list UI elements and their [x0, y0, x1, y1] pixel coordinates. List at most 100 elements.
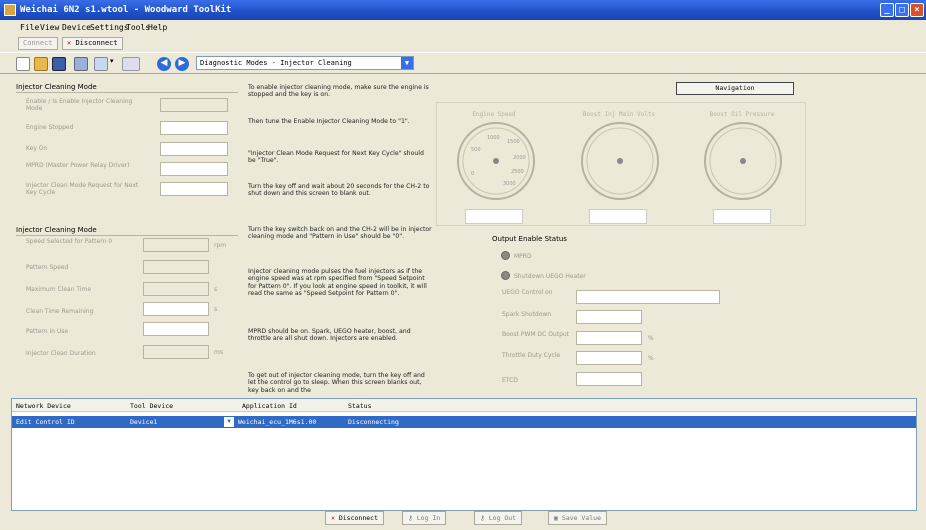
unit-label: %: [648, 335, 654, 342]
clean-duration-field[interactable]: [143, 345, 209, 359]
new-icon[interactable]: [16, 57, 30, 71]
pattern-speed-field[interactable]: [143, 260, 209, 274]
gauge-tick: 0: [471, 171, 474, 177]
field-label: Injector Clean Duration: [26, 350, 96, 357]
gauge-panel: Engine Speed Boost Inj Main Volts Boost …: [436, 102, 806, 226]
table-cell: Disconnecting: [348, 418, 399, 426]
divider: [16, 235, 238, 236]
navigation-button[interactable]: Navigation: [676, 82, 794, 95]
gauge-title: Boost Oil Pressure: [709, 111, 775, 118]
connection-toolbar: Connect ✕ Disconnect: [0, 35, 926, 52]
menu-help[interactable]: Help: [148, 23, 167, 32]
maximize-button[interactable]: □: [895, 3, 909, 17]
field-label: Spark Shutdown: [502, 311, 552, 318]
close-button[interactable]: ×: [910, 3, 924, 17]
radio-label: Shutdown UEGO Heater: [514, 273, 586, 280]
menu-view[interactable]: View: [40, 23, 59, 32]
section1-title: Injector Cleaning Mode: [16, 83, 97, 91]
field-label: MPRD (Master Power Relay Driver): [26, 162, 130, 169]
unit-label: %: [648, 355, 654, 362]
grid-icon[interactable]: [122, 57, 140, 71]
field-label: Enable / Is Enable Injector Cleaning Mod…: [26, 98, 133, 112]
main-toolbar: ▾ ◀ ▶ Diagnostic Modes - Injector Cleani…: [0, 52, 926, 74]
chart-icon[interactable]: [94, 57, 108, 71]
disconnect-button[interactable]: ✕ Disconnect: [62, 37, 123, 50]
boost-volts-value: [589, 209, 647, 224]
instruction-text: To get out of injector cleaning mode, tu…: [248, 372, 425, 394]
table-row[interactable]: Edit Control ID Device1 ▼ Weichai_ecu_1M…: [12, 416, 916, 428]
chevron-down-icon[interactable]: ▼: [224, 417, 234, 427]
table-cell: Weichai_ecu_1M6s1.00: [238, 418, 317, 426]
title-bar: Weichai 6N2 s1.wtool - Woodward ToolKit …: [0, 0, 926, 20]
boost-pwm-field: [576, 331, 642, 345]
instruction-text: Turn the key off and wait about 20 secon…: [248, 183, 430, 198]
page-select[interactable]: Diagnostic Modes - Injector Cleaning ▼: [196, 56, 414, 70]
engine-speed-value: [465, 209, 523, 224]
gauge-tick: 500: [471, 147, 481, 153]
gauges-svg: 1000 1500 2000 2500 3000 500 0: [457, 122, 782, 200]
save-value-button[interactable]: ▣ Save Value: [548, 511, 607, 525]
throttle-duty-field: [576, 351, 642, 365]
boost-volts-gauge: [581, 122, 659, 200]
engine-speed-gauge: 1000 1500 2000 2500 3000 500 0: [457, 122, 535, 200]
menu-tools[interactable]: Tools: [126, 23, 150, 32]
minimize-button[interactable]: _: [880, 3, 894, 17]
table-cell: Device1: [130, 418, 158, 426]
clean-time-remaining-field: [143, 302, 209, 316]
disconnect-bottom-button[interactable]: ✕ Disconnect: [325, 511, 384, 525]
table-cell: Edit Control ID: [16, 418, 75, 426]
dropdown-arrow-icon[interactable]: ▾: [110, 57, 118, 71]
column-header[interactable]: Tool Device: [130, 402, 173, 410]
log-out-button[interactable]: ⚷ Log Out: [474, 511, 523, 525]
table-header: Network Device Tool Device Application I…: [12, 399, 916, 412]
open-folder-icon[interactable]: [34, 57, 48, 71]
clean-request-field: [160, 182, 228, 196]
max-clean-time-field[interactable]: [143, 282, 209, 296]
mprd-radio: [501, 251, 510, 260]
connect-button[interactable]: Connect: [18, 37, 58, 50]
column-header[interactable]: Status: [348, 402, 371, 410]
menu-settings[interactable]: Settings: [90, 23, 129, 32]
gauge-title: Boost Inj Main Volts: [582, 111, 656, 118]
field-label: Clean Time Remaining: [26, 308, 94, 315]
disconnect-x-icon: ✕: [331, 514, 335, 522]
gauge-title: Engine Speed: [472, 111, 516, 118]
pattern-in-use-field: [143, 322, 209, 336]
column-header[interactable]: Network Device: [16, 402, 71, 410]
speed-pattern-field[interactable]: [143, 238, 209, 252]
instruction-text: Injector cleaning mode pulses the fuel i…: [248, 268, 427, 297]
window-title: Weichai 6N2 s1.wtool - Woodward ToolKit: [20, 5, 232, 15]
save-icon[interactable]: [52, 57, 66, 71]
log-in-button[interactable]: ⚷ Log In: [402, 511, 447, 525]
etcd-field: [576, 372, 642, 386]
back-icon[interactable]: ◀: [157, 57, 171, 71]
field-label: ETCD: [502, 377, 518, 384]
menu-device[interactable]: Device: [62, 23, 91, 32]
field-label: Engine Stopped: [26, 124, 74, 131]
section2-title: Injector Cleaning Mode: [16, 226, 97, 234]
chevron-down-icon[interactable]: ▼: [401, 57, 413, 69]
field-label: Pattern Speed: [26, 264, 69, 271]
oil-pressure-gauge: [704, 122, 782, 200]
network-device-table: Network Device Tool Device Application I…: [11, 398, 917, 511]
instruction-text: MPRD should be on. Spark, UEGO heater, b…: [248, 328, 411, 343]
field-label: Boost PWM DC Output: [502, 331, 570, 338]
field-label: Maximum Clean Time: [26, 286, 92, 293]
output-status-title: Output Enable Status: [492, 235, 567, 243]
gauge-tick: 2500: [511, 169, 524, 175]
key-on-field: [160, 142, 228, 156]
gauge-tick: 1000: [487, 135, 500, 141]
field-label: UEGO Control on: [502, 289, 553, 296]
instruction-text: "Injector Clean Mode Request for Next Ke…: [248, 150, 424, 165]
instruction-text: Then tune the Enable Injector Cleaning M…: [248, 118, 410, 125]
enable-cleaning-field[interactable]: [160, 98, 228, 112]
spark-shutdown-field: [576, 310, 642, 324]
menu-file[interactable]: File: [20, 23, 39, 32]
radio-label: MPRD: [514, 253, 532, 260]
app-icon: [4, 4, 16, 16]
divider: [16, 92, 238, 93]
uego-control-field: [576, 290, 720, 304]
column-header[interactable]: Application Id: [242, 402, 297, 410]
properties-icon[interactable]: [74, 57, 88, 71]
forward-icon[interactable]: ▶: [175, 57, 189, 71]
